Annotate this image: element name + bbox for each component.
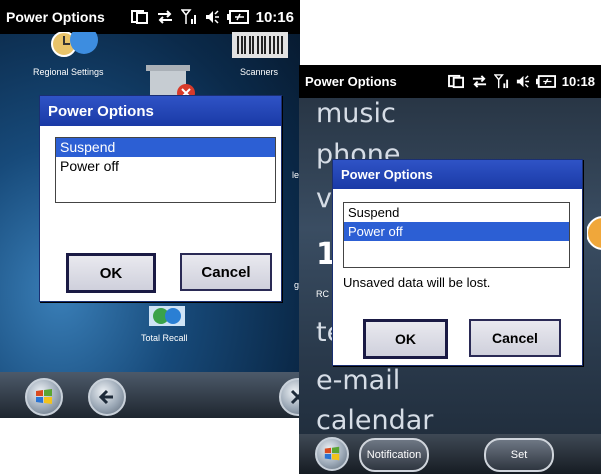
speaker-icon: [516, 75, 529, 88]
partial-label-le: le: [292, 170, 300, 180]
option-suspend[interactable]: Suspend: [344, 203, 569, 222]
trash-icon[interactable]: [146, 63, 196, 99]
status-bar: Power Options 10:16: [0, 0, 300, 34]
option-power-off[interactable]: Power off: [344, 222, 569, 241]
cancel-button[interactable]: Cancel: [180, 253, 272, 291]
windows-logo-icon: [36, 389, 52, 404]
speaker-icon: [205, 10, 219, 24]
status-title: Power Options: [6, 9, 105, 25]
cancel-button[interactable]: Cancel: [469, 319, 561, 357]
sync-arrows-icon: [157, 10, 172, 24]
status-time: 10:18: [561, 74, 595, 89]
menu-item-email[interactable]: e-mail: [316, 365, 400, 396]
signal-icon: [180, 9, 196, 24]
option-power-off[interactable]: Power off: [56, 157, 275, 176]
menu-item-music[interactable]: music: [316, 98, 396, 129]
power-options-dialog: Power Options Suspend Power off Unsaved …: [332, 159, 583, 366]
dialog-title: Power Options: [333, 160, 582, 189]
regional-settings-icon[interactable]: [50, 32, 102, 62]
close-button[interactable]: [279, 378, 300, 416]
clock-tile-icon: [587, 216, 601, 250]
status-title: Power Options: [305, 74, 397, 89]
right-device-screen: Power Options 10:18 music phone v 1 RC t…: [299, 65, 601, 474]
sync-arrows-icon: [472, 75, 486, 88]
back-arrow-icon: [98, 389, 113, 405]
status-time: 10:16: [255, 8, 294, 26]
menu-item-partial-v[interactable]: v: [316, 183, 332, 214]
left-device-screen: Power Options 10:16 Regional Settings Sc…: [0, 0, 300, 418]
windows-logo-icon: [324, 446, 340, 461]
power-options-list[interactable]: Suspend Power off: [55, 137, 276, 203]
scanners-icon[interactable]: [232, 32, 288, 60]
start-button[interactable]: [315, 437, 349, 471]
option-suspend[interactable]: Suspend: [56, 138, 275, 157]
total-recall-label: Total Recall: [141, 333, 188, 343]
connectivity-icon: [447, 74, 464, 89]
battery-icon: [226, 10, 249, 24]
back-button[interactable]: [88, 378, 126, 416]
scanners-label: Scanners: [240, 67, 279, 77]
signal-icon: [493, 74, 508, 89]
unsaved-data-warning: Unsaved data will be lost.: [343, 275, 491, 290]
taskbar: Notification Set: [299, 434, 601, 474]
total-recall-icon[interactable]: [149, 306, 185, 326]
battery-icon: [535, 75, 556, 88]
start-button[interactable]: [25, 378, 63, 416]
notification-button[interactable]: Notification: [359, 438, 429, 472]
menu-item-partial-rc: RC: [316, 289, 329, 299]
dialog-title: Power Options: [40, 96, 281, 126]
power-options-dialog: Power Options Suspend Power off OK Cance…: [39, 95, 282, 302]
status-bar: Power Options 10:18: [299, 65, 601, 98]
ok-button[interactable]: OK: [363, 319, 448, 359]
taskbar: [0, 372, 300, 418]
menu-item-calendar[interactable]: calendar: [316, 405, 433, 436]
power-options-list[interactable]: Suspend Power off: [343, 202, 570, 268]
regional-settings-label: Regional Settings: [33, 67, 104, 77]
set-button[interactable]: Set: [484, 438, 554, 472]
connectivity-icon: [130, 10, 148, 24]
ok-button[interactable]: OK: [66, 253, 156, 293]
